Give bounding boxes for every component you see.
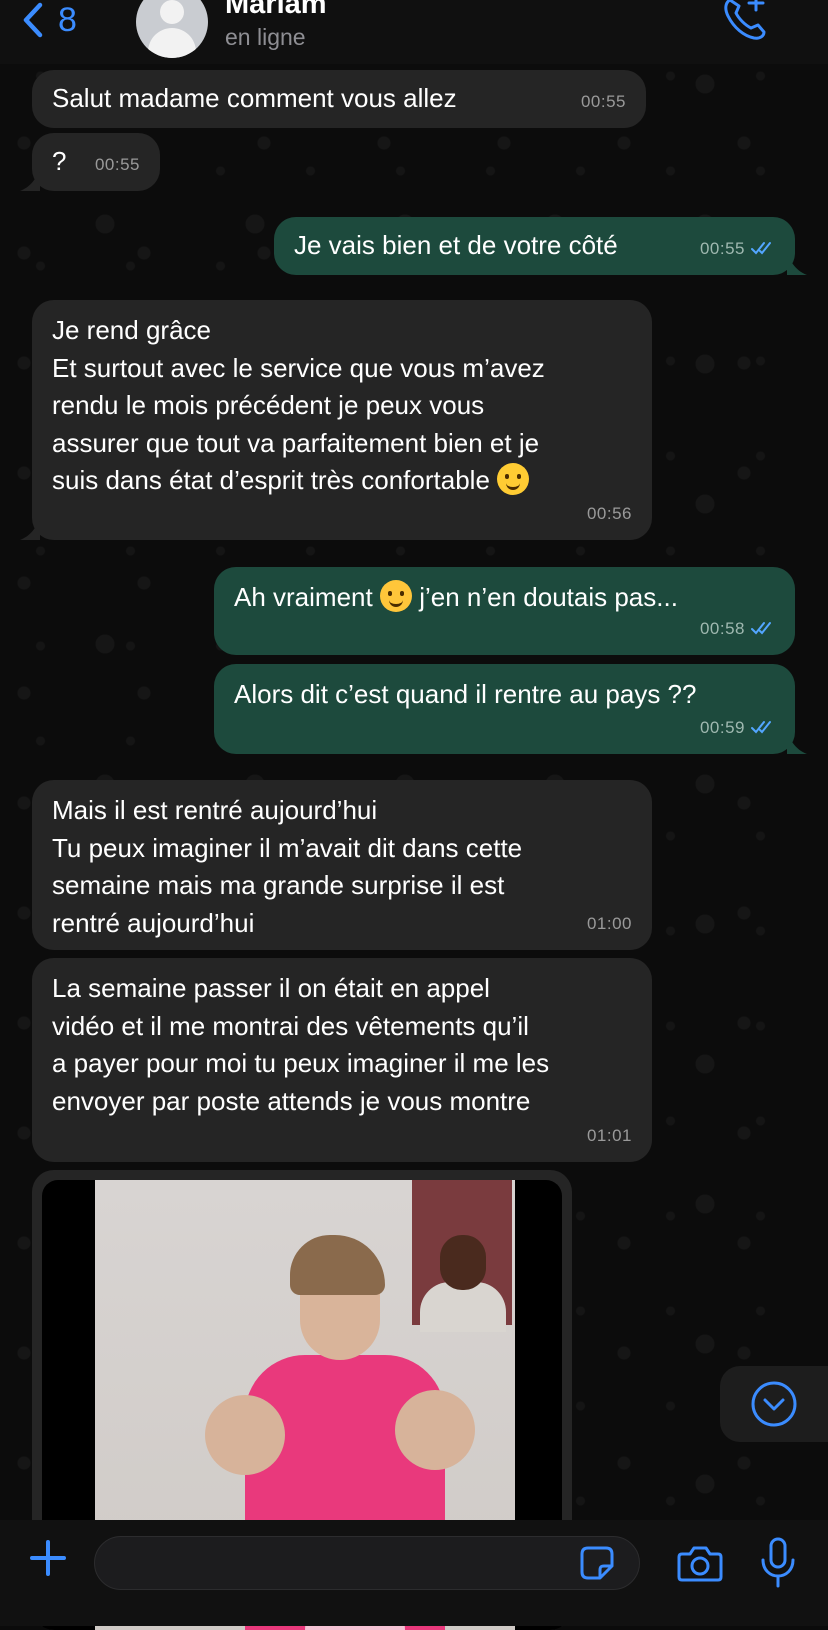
- message-input[interactable]: [94, 1536, 640, 1590]
- scroll-to-bottom-button[interactable]: [720, 1366, 828, 1442]
- bubble-tail: [20, 520, 40, 540]
- message-text: Je vais bien et de votre côté: [294, 230, 618, 260]
- message-text: Salut madame comment vous allez: [52, 83, 457, 113]
- read-receipt-icon: [751, 721, 771, 734]
- message-text-line: Je rend grâce: [52, 315, 211, 345]
- message-bubble-outgoing[interactable]: Je vais bien et de votre côté 00:55: [274, 217, 807, 275]
- bubble-tail: [787, 734, 807, 754]
- back-button[interactable]: 8: [22, 0, 77, 40]
- message-text-line: rendu le mois précédent je peux vous: [52, 390, 485, 420]
- message-text-line: Et surtout avec le service que vous m’av…: [52, 352, 545, 383]
- message-bubble-incoming[interactable]: ? 00:55: [20, 133, 160, 191]
- message-text-line: suis dans état d’esprit très confortable: [52, 465, 490, 495]
- message-text-line: envoyer par poste attends je vous montre: [52, 1085, 531, 1116]
- microphone-button[interactable]: [758, 1536, 798, 1595]
- bubble-tail: [20, 171, 40, 191]
- message-time: 00:56: [586, 503, 632, 523]
- message-text-line: assurer que tout va parfaitement bien et…: [52, 427, 540, 458]
- message-text-line: Tu peux imaginer il m’avait dit dans cet…: [52, 832, 523, 863]
- add-call-icon[interactable]: [720, 0, 770, 47]
- message-time: 00:55: [94, 154, 140, 174]
- plus-icon: [30, 1540, 66, 1576]
- read-receipt-icon: [751, 242, 771, 255]
- message-time: 01:01: [586, 1125, 632, 1145]
- read-receipt-icon: [751, 622, 771, 635]
- chevron-down-icon: [751, 1381, 797, 1427]
- message-time: 01:00: [586, 913, 632, 933]
- message-bubble-outgoing[interactable]: Ah vraiment j’en n’en doutais pas... 00:…: [214, 567, 795, 655]
- message-text: Alors dit c’est quand il rentre au pays …: [234, 679, 697, 709]
- smiling-face-icon: [379, 580, 412, 612]
- message-time: 00:55: [580, 91, 626, 111]
- message-text: ?: [52, 146, 67, 176]
- message-bubble-incoming[interactable]: Mais il est rentré aujourd’hui Tu peux i…: [32, 780, 652, 950]
- camera-button[interactable]: [676, 1542, 724, 1589]
- contact-name[interactable]: Mariam: [225, 0, 327, 21]
- microphone-icon: [761, 1537, 795, 1588]
- message-time: 00:59: [699, 717, 745, 737]
- message-text: j’en n’en doutais pas...: [419, 582, 678, 612]
- message-bubble-incoming[interactable]: Je rend grâce Et surtout avec le service…: [20, 300, 652, 540]
- bubble-tail: [787, 255, 807, 275]
- message-text: Ah vraiment: [234, 582, 373, 612]
- message-bubble-outgoing[interactable]: Alors dit c’est quand il rentre au pays …: [214, 664, 807, 754]
- message-text-line: a payer pour moi tu peux imaginer il me …: [52, 1048, 550, 1078]
- message-text-line: Mais il est rentré aujourd’hui: [52, 795, 378, 825]
- message-bubble-incoming[interactable]: La semaine passer il on était en appel v…: [32, 958, 652, 1162]
- camera-icon: [677, 1546, 723, 1582]
- avatar[interactable]: [136, 0, 208, 58]
- slightly-smiling-face-icon: [497, 463, 530, 495]
- unread-count: 8: [58, 0, 77, 39]
- message-text-line: rentré aujourd’hui: [52, 907, 255, 938]
- message-text-line: semaine mais ma grande surprise il est: [52, 870, 505, 900]
- message-bubble-incoming[interactable]: Salut madame comment vous allez 00:55: [32, 70, 646, 128]
- chat-header: 8 Mariam en ligne: [0, 0, 828, 64]
- message-time: 00:55: [699, 238, 745, 258]
- composer-bar: [0, 1520, 828, 1626]
- sticker-button[interactable]: [578, 1544, 616, 1587]
- contact-status: en ligne: [225, 24, 306, 50]
- message-time: 00:58: [699, 618, 745, 638]
- message-text-line: vidéo et il me montrai des vêtements qu’…: [52, 1010, 529, 1041]
- sticker-icon: [580, 1546, 614, 1580]
- video-pip-feed: [412, 1180, 512, 1332]
- chevron-left-icon: [23, 2, 43, 38]
- message-text-line: La semaine passer il on était en appel: [52, 973, 490, 1003]
- attach-button[interactable]: [26, 1536, 70, 1585]
